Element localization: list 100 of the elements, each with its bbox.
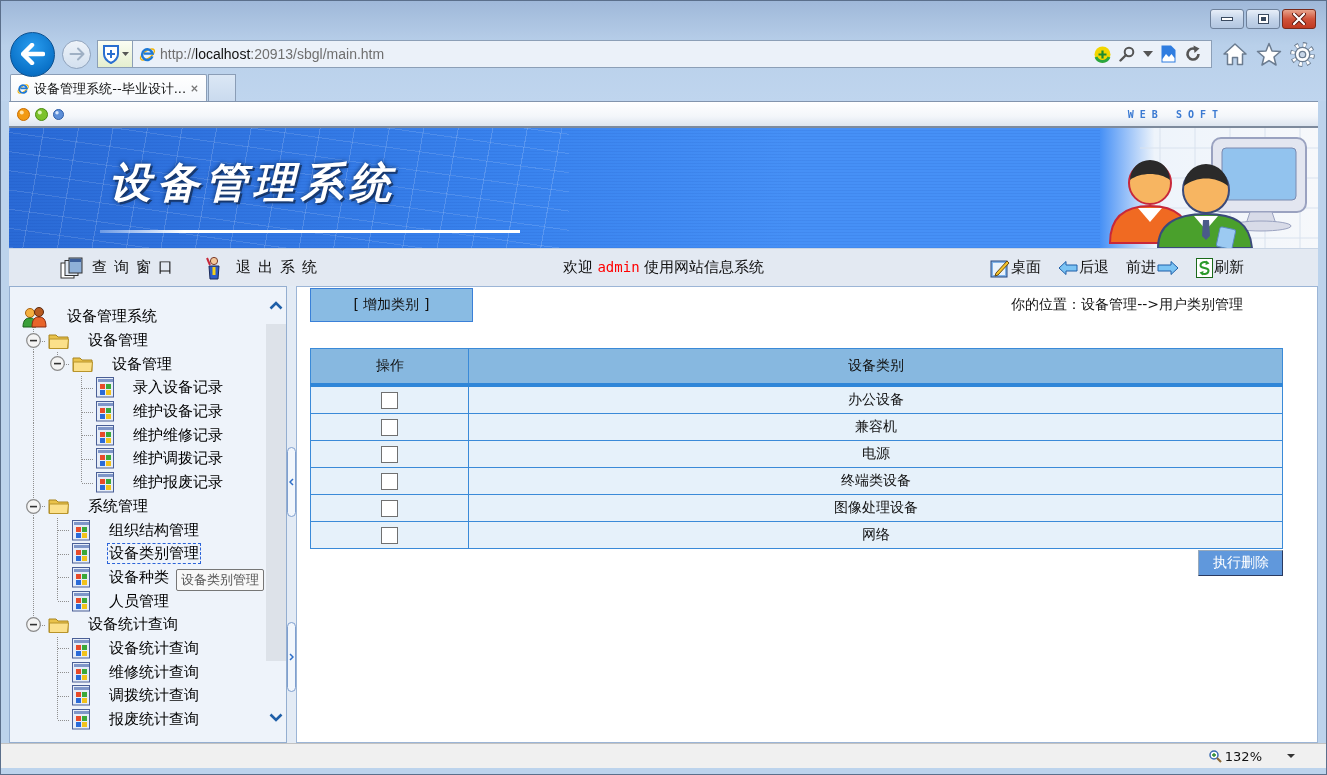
toolbar-link[interactable]: 桌面 xyxy=(990,257,1041,278)
tree-item[interactable]: 报废统计查询 xyxy=(107,709,201,731)
table-cell: 终端类设备 xyxy=(468,467,1283,495)
page-icon xyxy=(72,709,91,731)
table-cell: 兼容机 xyxy=(468,413,1283,441)
folder-icon xyxy=(48,331,70,350)
ie-logo-icon xyxy=(139,45,156,63)
windows-stack-icon xyxy=(60,256,84,279)
tree-item[interactable]: 系统管理 xyxy=(86,495,150,517)
checkbox[interactable] xyxy=(381,445,398,463)
chevron-left-icon xyxy=(289,478,294,486)
address-field[interactable]: http://localhost:20913/sbgl/main.htm xyxy=(132,40,1212,68)
url-text: http://localhost:20913/sbgl/main.htm xyxy=(160,46,385,62)
restore-button[interactable] xyxy=(1246,9,1280,29)
refresh-icon[interactable] xyxy=(1184,45,1202,63)
welcome-text: 欢迎 admin 使用网站信息系统 xyxy=(562,258,765,277)
checkbox[interactable] xyxy=(381,526,398,544)
checkbox[interactable] xyxy=(381,418,398,436)
page-icon xyxy=(72,566,91,588)
table-cell: 电源 xyxy=(468,440,1283,468)
toolbar-link[interactable]: 刷新 xyxy=(1196,257,1244,278)
tree-item[interactable]: 组织结构管理 xyxy=(107,519,201,541)
folder-icon xyxy=(48,615,70,634)
close-icon[interactable] xyxy=(191,84,198,93)
collapse-toggle-icon[interactable] xyxy=(26,498,41,514)
column-header: 操作 xyxy=(310,348,469,385)
scrollbar-thumb[interactable] xyxy=(266,324,286,661)
page-icon xyxy=(72,637,91,659)
checkbox[interactable] xyxy=(381,391,398,409)
plus-circle-icon[interactable] xyxy=(1094,45,1111,63)
arrow-left-icon xyxy=(20,43,45,65)
settings-icon[interactable] xyxy=(1290,41,1315,67)
page-icon xyxy=(72,590,91,612)
page-icon xyxy=(96,472,115,494)
minimize-icon xyxy=(1221,17,1233,21)
collapse-toggle-icon[interactable] xyxy=(26,616,41,632)
tree-item[interactable]: 设备管理系统 xyxy=(65,306,159,328)
page-icon xyxy=(72,543,91,565)
collapse-toggle-icon[interactable] xyxy=(50,356,65,372)
chevron-right-icon xyxy=(289,653,294,661)
zoom-button[interactable]: 132% xyxy=(1208,748,1295,764)
chevron-down-icon[interactable] xyxy=(269,712,283,722)
page-icon xyxy=(72,661,91,683)
table-cell: 办公设备 xyxy=(468,385,1283,414)
checkbox[interactable] xyxy=(381,472,398,490)
shield-plus-icon xyxy=(101,44,120,64)
tree-item[interactable]: 设备种类 xyxy=(107,566,171,588)
tree-item[interactable]: 人员管理 xyxy=(107,590,171,612)
browser-tab[interactable]: 设备管理系统--毕业设计... xyxy=(10,74,207,102)
back-button[interactable] xyxy=(10,31,55,77)
zoom-icon xyxy=(1208,749,1222,763)
tree-item[interactable]: 设备类别管理 xyxy=(107,543,201,565)
star-icon[interactable] xyxy=(1256,42,1282,66)
tree-item[interactable]: 维护调拨记录 xyxy=(131,448,225,470)
caret-icon[interactable] xyxy=(1143,51,1153,57)
close-icon xyxy=(1292,13,1306,25)
tree-item[interactable]: 维护维修记录 xyxy=(131,424,225,446)
tree-item[interactable]: 维护报废记录 xyxy=(131,472,225,494)
tree-item[interactable]: 设备统计查询 xyxy=(107,637,201,659)
nav-link[interactable]: 查询窗口 xyxy=(60,256,180,279)
table-cell: 图像处理设备 xyxy=(468,494,1283,522)
toolbar-link[interactable]: 后退 xyxy=(1058,258,1109,277)
tree-item[interactable]: 维护设备记录 xyxy=(131,401,225,423)
ball-icon xyxy=(35,107,48,121)
minimize-button[interactable] xyxy=(1210,9,1244,29)
page-icon xyxy=(96,401,115,423)
page-icon xyxy=(72,685,91,707)
add-category-button[interactable]: [ 增加类别 ] xyxy=(310,288,473,322)
shield-dropdown-button[interactable] xyxy=(97,40,132,68)
users-icon xyxy=(22,305,47,328)
home-icon[interactable] xyxy=(1222,42,1248,66)
caret-icon xyxy=(121,52,129,56)
checkbox[interactable] xyxy=(381,499,398,517)
arrow-left-icon xyxy=(1058,259,1078,276)
toolbar-link[interactable]: 前进 xyxy=(1126,258,1179,277)
nav-link[interactable]: 退出系统 xyxy=(204,255,324,280)
page-icon xyxy=(96,424,115,446)
column-header: 设备类别 xyxy=(468,348,1283,385)
close-button[interactable] xyxy=(1282,9,1316,29)
chevron-up-icon[interactable] xyxy=(269,301,283,310)
collapse-toggle-icon[interactable] xyxy=(26,332,41,348)
table-cell: 网络 xyxy=(468,521,1283,549)
splitter-handle[interactable] xyxy=(287,622,296,692)
tree-item[interactable]: 调拨统计查询 xyxy=(107,685,201,707)
search-icon[interactable] xyxy=(1119,46,1135,62)
tree-item[interactable]: 设备管理 xyxy=(110,353,174,375)
tooltip: 设备类别管理 xyxy=(176,568,264,591)
page-icon xyxy=(96,377,115,399)
page-icon xyxy=(72,519,91,541)
ball-icon xyxy=(53,108,64,120)
picture-icon[interactable] xyxy=(1161,45,1176,63)
splitter-handle[interactable] xyxy=(287,447,296,517)
tree-item[interactable]: 设备统计查询 xyxy=(86,614,180,636)
tree-item[interactable]: 设备管理 xyxy=(86,330,150,352)
folder-icon xyxy=(48,497,70,516)
tree-item[interactable]: 录入设备记录 xyxy=(131,377,225,399)
tree-item[interactable]: 维修统计查询 xyxy=(107,661,201,683)
breadcrumb: 你的位置：设备管理-->用户类别管理 xyxy=(1011,296,1243,314)
pencil-icon xyxy=(990,257,1010,278)
arrow-right-icon xyxy=(1157,259,1179,276)
